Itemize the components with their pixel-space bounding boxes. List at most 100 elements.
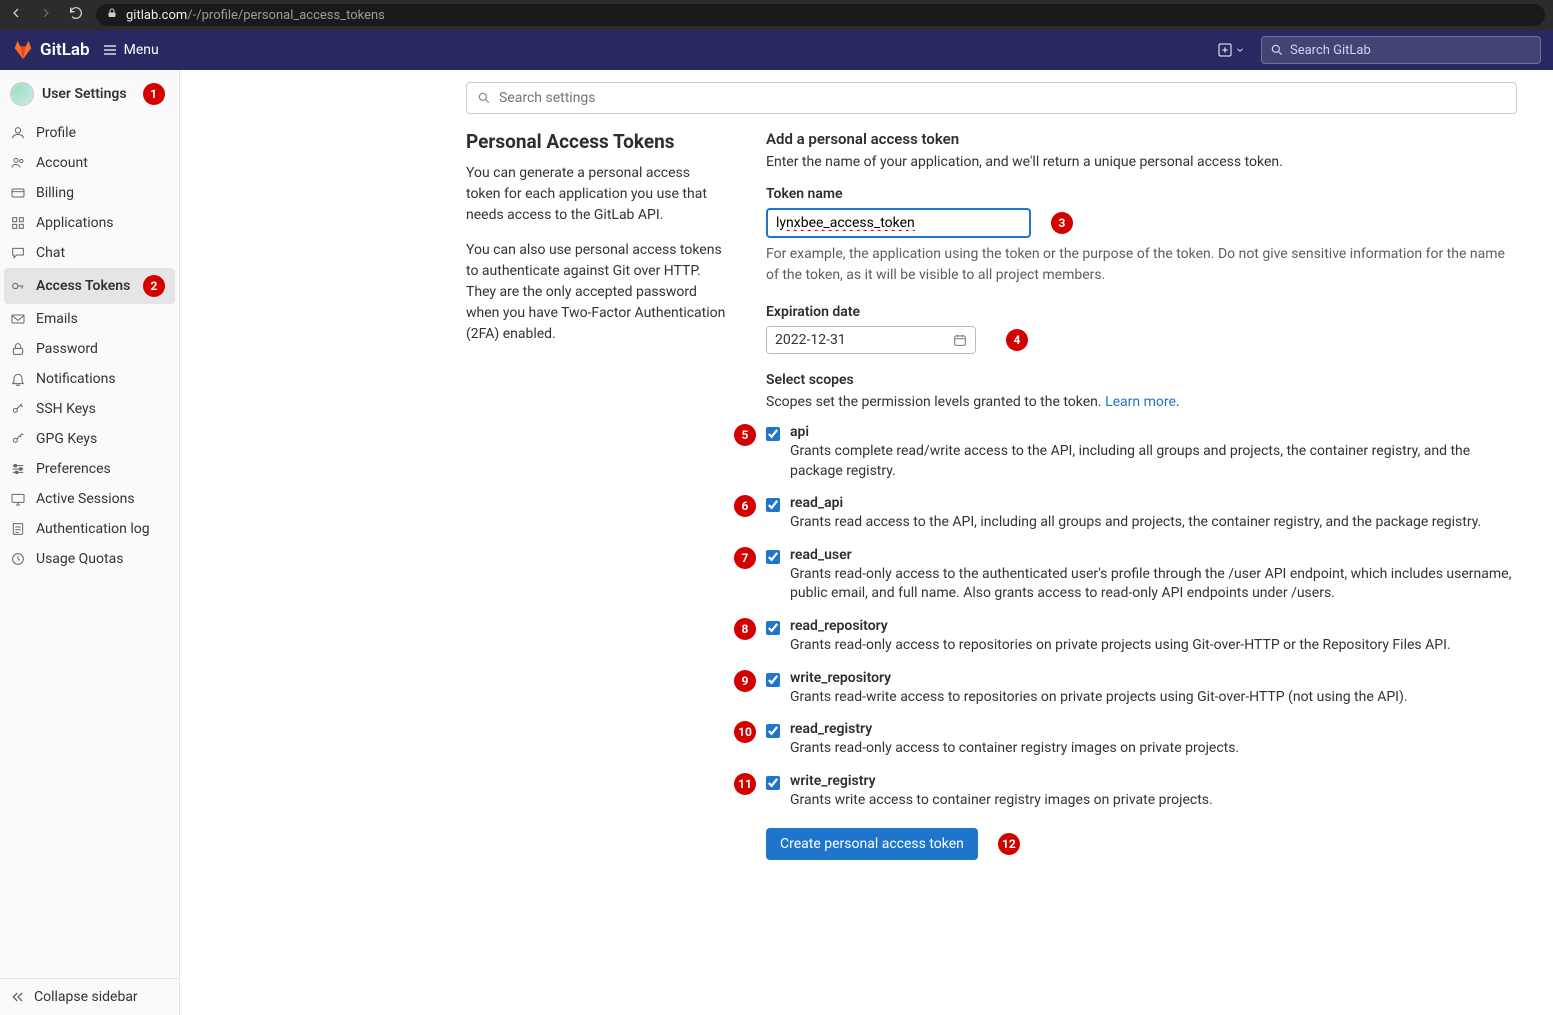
scope-row-read_repository: 8read_repositoryGrants read-only access … — [720, 618, 1517, 656]
menu-button[interactable]: Menu — [102, 42, 159, 58]
browser-chrome: gitlab.com/-/profile/personal_access_tok… — [0, 0, 1553, 30]
sidebar-item-usage-quotas[interactable]: Usage Quotas — [0, 544, 179, 574]
expiration-value: 2022-12-31 — [775, 332, 846, 348]
notifications-icon — [10, 371, 26, 387]
scope-desc: Grants read-only access to container reg… — [790, 739, 1517, 759]
scope-desc: Grants read-only access to repositories … — [790, 636, 1517, 656]
sidebar-item-access-tokens[interactable]: Access Tokens2 — [4, 268, 175, 304]
sidebar-item-label: Emails — [36, 311, 78, 327]
scope-name: write_registry — [790, 773, 1517, 789]
annotation-11: 11 — [734, 773, 756, 795]
annotation-3: 3 — [1051, 212, 1073, 234]
brand[interactable]: GitLab — [12, 39, 90, 61]
sidebar-item-label: Password — [36, 341, 98, 357]
scopes-label: Select scopes — [766, 372, 1517, 388]
expiration-label: Expiration date — [766, 304, 1517, 320]
scope-checkbox-api[interactable] — [766, 427, 780, 441]
learn-more-link[interactable]: Learn more — [1105, 394, 1176, 410]
annotation-4: 4 — [1006, 329, 1028, 351]
annotation-8: 8 — [734, 618, 756, 640]
sidebar-item-gpg-keys[interactable]: GPG Keys — [0, 424, 179, 454]
emails-icon — [10, 311, 26, 327]
scope-desc: Grants read-write access to repositories… — [790, 688, 1517, 708]
active-sessions-icon — [10, 491, 26, 507]
usage-quotas-icon — [10, 551, 26, 567]
password-icon — [10, 341, 26, 357]
sidebar-item-profile[interactable]: Profile — [0, 118, 179, 148]
scope-row-api: 5 api Grants complete read/write access to… — [720, 424, 1517, 481]
back-icon[interactable] — [8, 5, 24, 25]
auth-log-icon — [10, 521, 26, 537]
sidebar-item-label: Chat — [36, 245, 65, 261]
sidebar-item-label: Billing — [36, 185, 74, 201]
access-tokens-icon — [10, 278, 26, 294]
add-heading: Add a personal access token — [766, 130, 1517, 148]
token-name-input[interactable] — [766, 208, 1031, 238]
sidebar-item-label: GPG Keys — [36, 431, 97, 447]
gitlab-logo-icon — [12, 39, 34, 61]
scope-name: api — [790, 424, 1517, 440]
scope-checkbox-read_user[interactable] — [766, 550, 780, 564]
sidebar-item-active-sessions[interactable]: Active Sessions — [0, 484, 179, 514]
search-icon — [477, 91, 491, 105]
sidebar: User Settings 1 Profile Account Billing App… — [0, 70, 180, 1015]
sidebar-item-emails[interactable]: Emails — [0, 304, 179, 334]
chevron-down-icon — [1235, 45, 1245, 55]
collapse-label: Collapse sidebar — [34, 989, 138, 1005]
sidebar-item-preferences[interactable]: Preferences — [0, 454, 179, 484]
scope-checkbox-read_api[interactable] — [766, 498, 780, 512]
ssh-keys-icon — [10, 401, 26, 417]
scope-desc: Grants read-only access to the authentic… — [790, 565, 1517, 604]
gpg-keys-icon — [10, 431, 26, 447]
calendar-icon — [953, 333, 967, 347]
sidebar-item-authentication-log[interactable]: Authentication log — [0, 514, 179, 544]
sidebar-item-label: Preferences — [36, 461, 111, 477]
collapse-sidebar[interactable]: Collapse sidebar — [0, 978, 179, 1015]
topnav: GitLab Menu Search GitLab — [0, 30, 1553, 70]
sidebar-item-account[interactable]: Account — [0, 148, 179, 178]
sidebar-header: User Settings 1 — [0, 70, 179, 118]
search-placeholder: Search GitLab — [1290, 43, 1371, 58]
global-search[interactable]: Search GitLab — [1261, 36, 1541, 64]
add-sub: Enter the name of your application, and … — [766, 154, 1517, 170]
sidebar-item-applications[interactable]: Applications — [0, 208, 179, 238]
annotation-7: 7 — [734, 547, 756, 569]
new-dropdown[interactable] — [1213, 38, 1249, 62]
scope-row-read_api: 6read_apiGrants read access to the API, … — [720, 495, 1517, 533]
scope-row-read_user: 7read_userGrants read-only access to the… — [720, 547, 1517, 604]
sidebar-item-label: Access Tokens — [36, 278, 130, 294]
chevron-double-left-icon — [10, 989, 26, 1005]
sidebar-item-password[interactable]: Password — [0, 334, 179, 364]
sidebar-item-label: Active Sessions — [36, 491, 135, 507]
scope-checkbox-read_registry[interactable] — [766, 724, 780, 738]
sidebar-item-notifications[interactable]: Notifications — [0, 364, 179, 394]
forward-icon[interactable] — [38, 5, 54, 25]
sidebar-item-label: Notifications — [36, 371, 116, 387]
sidebar-item-label: Account — [36, 155, 88, 171]
scope-checkbox-write_repository[interactable] — [766, 673, 780, 687]
expiration-input[interactable]: 2022-12-31 — [766, 326, 976, 354]
reload-icon[interactable] — [68, 5, 84, 25]
scope-row-write_repository: 9write_repositoryGrants read-write acces… — [720, 670, 1517, 708]
plus-icon — [1217, 42, 1233, 58]
sidebar-item-chat[interactable]: Chat — [0, 238, 179, 268]
annotation-10: 10 — [734, 721, 756, 743]
search-settings-input[interactable] — [499, 90, 1506, 106]
page-title: Personal Access Tokens — [466, 130, 726, 153]
billing-icon — [10, 185, 26, 201]
annotation-5: 5 — [734, 424, 756, 446]
sidebar-item-ssh-keys[interactable]: SSH Keys — [0, 394, 179, 424]
create-token-button[interactable]: Create personal access token — [766, 828, 978, 860]
hamburger-icon — [102, 42, 118, 58]
sidebar-item-label: Applications — [36, 215, 114, 231]
scope-desc: Grants complete read/write access to the… — [790, 442, 1517, 481]
preferences-icon — [10, 461, 26, 477]
scope-checkbox-write_registry[interactable] — [766, 776, 780, 790]
search-settings[interactable] — [466, 82, 1517, 114]
scope-checkbox-read_repository[interactable] — [766, 621, 780, 635]
scope-name: write_repository — [790, 670, 1517, 686]
sidebar-title: User Settings — [42, 86, 127, 102]
sidebar-item-billing[interactable]: Billing — [0, 178, 179, 208]
annotation-6: 6 — [734, 495, 756, 517]
address-bar[interactable]: gitlab.com/-/profile/personal_access_tok… — [96, 4, 1545, 26]
